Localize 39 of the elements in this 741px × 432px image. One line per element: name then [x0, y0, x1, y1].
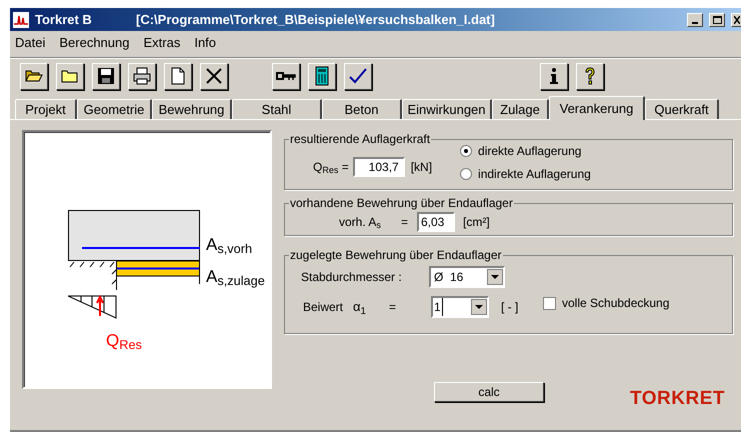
group-title: zugelegte Bewehrung über Endauflager: [289, 247, 502, 264]
checkbox-label: volle Schubdeckung: [562, 295, 670, 312]
force-field[interactable]: 103,7: [352, 156, 405, 176]
unit-label: [kN]: [410, 158, 432, 176]
group-title: resultierende Auflagerkraft: [289, 131, 432, 148]
calc-button[interactable]: calc: [434, 382, 544, 402]
reinforcement-field[interactable]: 6,03: [417, 212, 455, 232]
menu-item[interactable]: Berechnung: [59, 33, 130, 53]
radio-label: direkte Auflagerung: [478, 143, 582, 160]
logo: TORKRET: [630, 389, 725, 408]
radio-label: indirekte Auflagerung: [478, 166, 591, 183]
menu-item[interactable]: Info: [194, 33, 216, 53]
tab[interactable]: Bewehrung: [152, 99, 232, 119]
equals-sign: =: [401, 214, 410, 231]
tab[interactable]: Zulage: [492, 99, 549, 119]
tab[interactable]: Projekt: [15, 99, 77, 119]
window-title: Torkret B: [35, 10, 93, 29]
tab[interactable]: Geometrie: [77, 99, 152, 119]
tab[interactable]: Beton: [322, 99, 402, 119]
menu-item[interactable]: Extras: [143, 33, 180, 53]
field-label: Beiwert: [303, 299, 344, 316]
tab[interactable]: Einwirkungen: [402, 99, 492, 119]
tab[interactable]: Stahl: [232, 99, 322, 119]
file-path: [C:\Programme\Torkret_B\Beispiele\¥ersuchsbalken_I.dat]: [136, 10, 495, 29]
tab[interactable]: Verankerung: [549, 96, 645, 120]
field-label: vorh. A$_{s}$: [339, 214, 382, 231]
force-label: Q$_{Res}$: [106, 332, 142, 349]
diameter-dropdown[interactable]: Ø 16: [429, 266, 505, 288]
unit-label: [ - ]: [501, 299, 518, 316]
equals-sign: =: [389, 299, 398, 316]
coefficient-symbol: α$_{1}$: [353, 298, 367, 317]
unit-label: [cm²]: [463, 214, 490, 231]
field-label: Stabdurchmesser :: [301, 269, 403, 286]
field-label: Q$_{Res}$ =: [313, 158, 349, 176]
coefficient-dropdown[interactable]: 1: [431, 296, 489, 318]
tab[interactable]: Querkraft: [645, 99, 719, 119]
menu-item[interactable]: Datei: [15, 33, 46, 53]
reinforcement-label: A$_{s,vorh}$: [206, 236, 252, 253]
group-title: vorhandene Bewehrung über Endauflager: [289, 195, 514, 212]
